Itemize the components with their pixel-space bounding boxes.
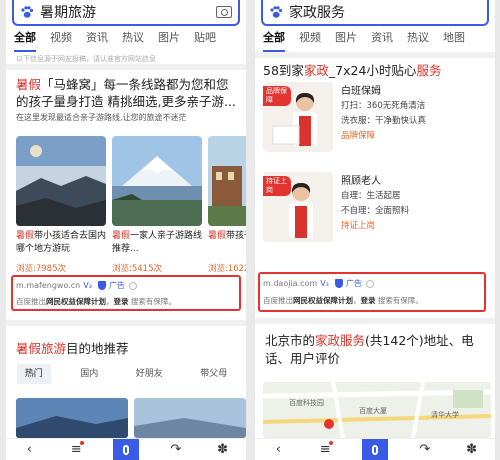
brand-badge: 品牌保障: [263, 86, 291, 106]
bottom-nav: ‹ ≡ ↷ ✽: [6, 438, 246, 460]
tab-all[interactable]: 全部: [263, 30, 285, 52]
back-icon[interactable]: ‹: [19, 442, 39, 457]
map-label: 百度科技园: [289, 399, 324, 407]
service-detail: 打扫：360无死角清洁: [341, 101, 426, 111]
tab-tieba[interactable]: 贴吧: [194, 30, 216, 52]
tab-map[interactable]: 地图: [443, 30, 465, 52]
divider: [255, 318, 495, 324]
service-info[interactable]: 照顾老人 自理：生活起居 不自理：全面照料 持证上岗: [341, 174, 409, 234]
destination-image[interactable]: [134, 398, 246, 438]
service-detail: 洗衣服：干净勤快认真: [341, 116, 427, 126]
right-phone-screen: 家政服务 全部 视频 图片 资讯 热议 地图 58到家家政_7x24小时贴心服务…: [255, 0, 495, 460]
source-hint: 以下信息源于网友投稿，请认准官方网站信息: [16, 55, 156, 63]
tab-news[interactable]: 资讯: [86, 30, 108, 52]
tab-all[interactable]: 全部: [14, 30, 36, 52]
share-icon[interactable]: ↷: [415, 442, 435, 457]
back-icon[interactable]: ‹: [268, 442, 288, 457]
menu-icon[interactable]: ≡: [315, 441, 335, 457]
share-icon[interactable]: ↷: [166, 442, 186, 457]
paw-home-icon[interactable]: ✽: [462, 442, 482, 457]
camera-icon[interactable]: [216, 6, 232, 18]
card-caption[interactable]: 暑假带小孩适合去国内哪个地方游玩: [16, 230, 108, 256]
service-name[interactable]: 白班保姆: [341, 84, 426, 99]
bottom-nav: ‹ ≡ ↷ ✽: [255, 438, 495, 460]
tab-video[interactable]: 视频: [50, 30, 72, 52]
view-count: 浏览:16227: [208, 264, 246, 274]
title-text[interactable]: 「马蜂窝」每一条线路都为您和您的孩子量身打造 精挑细选,更多亲子游...: [16, 77, 236, 109]
service-detail: 自理：生活起居: [341, 191, 401, 201]
left-phone-screen: 暑期旅游 全部 视频 资讯 热议 图片 贴吧 以下信息源于网友投稿，请认准官方网…: [6, 0, 246, 460]
tab-news[interactable]: 资讯: [371, 30, 393, 52]
image-carousel[interactable]: [16, 136, 246, 226]
destination-image[interactable]: [16, 398, 128, 438]
baidu-paw-icon: [270, 6, 283, 18]
map-label: 清华大学: [431, 411, 459, 419]
divider: [255, 52, 495, 58]
certified-badge: 持证上岗: [263, 176, 291, 196]
tab-images[interactable]: 图片: [158, 30, 180, 52]
thumbnail-image[interactable]: [16, 136, 106, 226]
menu-icon[interactable]: ≡: [66, 441, 86, 457]
thumbnail-image[interactable]: [208, 136, 246, 226]
service-tag: 持证上岗: [341, 221, 376, 231]
service-info[interactable]: 白班保姆 打扫：360无死角清洁 洗衣服：干净勤快认真 品牌保障: [341, 84, 426, 144]
mic-icon: [122, 444, 129, 455]
subtab-popular[interactable]: 热门: [16, 364, 51, 384]
subtab-domestic[interactable]: 国内: [72, 364, 106, 384]
service-tag: 品牌保障: [341, 131, 376, 141]
section-title[interactable]: 北京市的家政服务(共142个)地址、电话、用户评价: [265, 332, 487, 368]
card-caption[interactable]: 暑假带孩子适合去...: [208, 230, 246, 243]
result-title[interactable]: 暑假「马蜂窝」每一条线路都为您和您的孩子量身打造 精挑细选,更多亲子游...: [16, 76, 238, 110]
search-bar[interactable]: 家政服务: [261, 0, 489, 26]
baidu-paw-icon: [21, 6, 34, 18]
service-detail: 不自理：全面照料: [341, 206, 410, 216]
mic-icon: [371, 444, 378, 455]
result-title[interactable]: 58到家家政_7x24小时贴心服务: [263, 60, 441, 79]
result-subtitle: 在这里发现最适合亲子游路线,让您的旅途不迷茫: [16, 113, 187, 122]
search-input[interactable]: 暑期旅游: [40, 2, 216, 22]
service-image[interactable]: 持证上岗: [263, 172, 333, 242]
highlight-box: [11, 275, 241, 311]
tab-video[interactable]: 视频: [299, 30, 321, 52]
voice-search-button[interactable]: [361, 438, 388, 460]
paw-home-icon[interactable]: ✽: [213, 442, 233, 457]
search-tabs: 全部 视频 图片 资讯 热议 地图: [255, 30, 495, 52]
subtab-friends[interactable]: 好朋友: [128, 364, 171, 384]
search-bar[interactable]: 暑期旅游: [12, 0, 240, 26]
divider: [6, 320, 246, 326]
service-name[interactable]: 照顾老人: [341, 174, 409, 189]
thumbnail-image[interactable]: [112, 136, 202, 226]
search-tabs: 全部 视频 资讯 热议 图片 贴吧: [6, 30, 246, 52]
title-keyword[interactable]: 暑假: [16, 77, 41, 92]
highlight-box: [258, 272, 486, 312]
view-count: 浏览:7985次: [16, 264, 66, 274]
divider: [6, 64, 246, 70]
subtab-parents[interactable]: 带父母: [192, 364, 235, 384]
destination-tabs: 热门 国内 好朋友 带父母: [6, 364, 246, 384]
card-caption[interactable]: 暑假一家人亲子游路线推荐...: [112, 230, 204, 256]
map-preview[interactable]: 百度科技园 百度大厦 清华大学: [263, 382, 491, 438]
tab-discuss[interactable]: 热议: [407, 30, 429, 52]
section-title[interactable]: 暑假旅游目的地推荐: [16, 338, 129, 357]
service-image[interactable]: 品牌保障: [263, 82, 333, 152]
tab-discuss[interactable]: 热议: [122, 30, 144, 52]
map-label: 百度大厦: [359, 407, 387, 415]
tab-images[interactable]: 图片: [335, 30, 357, 52]
voice-search-button[interactable]: [112, 438, 139, 460]
view-count: 浏览:5415次: [112, 264, 162, 274]
search-input[interactable]: 家政服务: [289, 2, 481, 22]
